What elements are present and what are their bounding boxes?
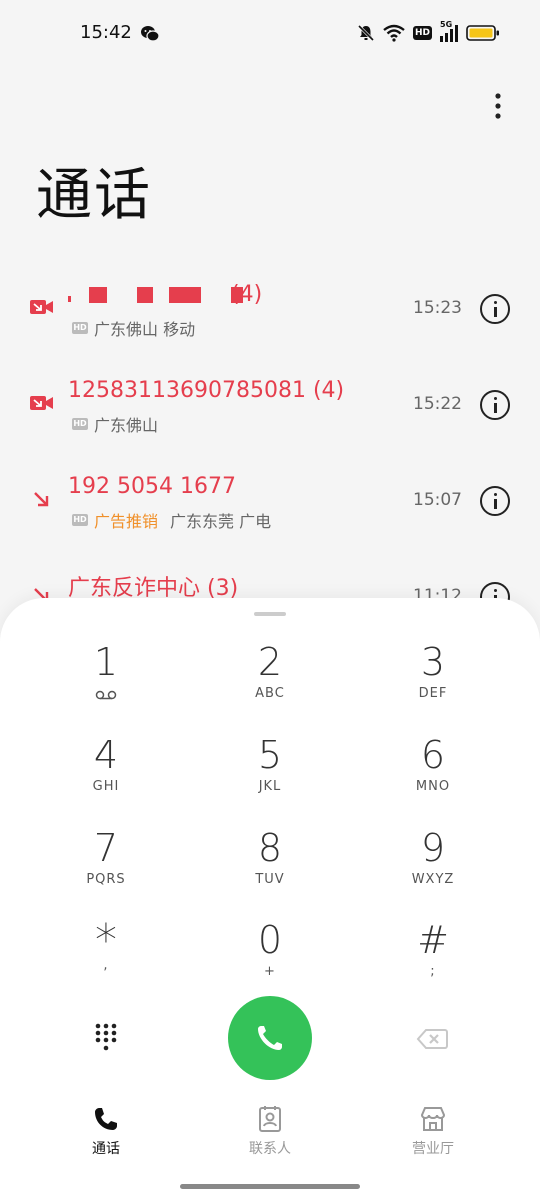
- info-icon[interactable]: [480, 486, 510, 516]
- key-digit: #: [417, 918, 449, 962]
- key-digit: 9: [420, 826, 446, 870]
- dial-key-5[interactable]: 5 JKL: [210, 733, 330, 813]
- dial-key-3[interactable]: 3 DEF: [373, 640, 493, 720]
- call-log-row[interactable]: (4) HD 广东佛山 移动 15:23: [0, 262, 540, 358]
- dial-key-9[interactable]: 9 WXYZ: [373, 826, 493, 906]
- call-count: (4): [231, 282, 263, 307]
- call-location: 广东佛山 移动: [94, 320, 196, 339]
- bottom-nav: 通话 联系人 营业厅: [0, 1104, 540, 1164]
- page-title: 通话: [36, 163, 152, 228]
- tab-label: 联系人: [249, 1141, 291, 1157]
- wifi-icon: [383, 24, 405, 42]
- tab-calls[interactable]: 通话: [46, 1104, 166, 1158]
- call-location: 广东东莞 广电: [170, 512, 272, 531]
- key-letters: ;: [430, 964, 436, 979]
- status-icons: HD 5G: [357, 20, 500, 42]
- missed-video-call-icon: [30, 300, 53, 314]
- phone-icon: [258, 1026, 282, 1050]
- dial-key-2[interactable]: 2 ABC: [210, 640, 330, 720]
- call-contact-name: (4): [68, 282, 262, 307]
- tab-label: 营业厅: [412, 1141, 454, 1157]
- status-bar: 15:42 HD 5G: [0, 0, 540, 70]
- key-letters: JKL: [258, 779, 282, 794]
- hd-icon: HD: [412, 26, 432, 40]
- dial-key-star[interactable]: * ,: [46, 918, 166, 998]
- dial-key-hash[interactable]: # ;: [373, 918, 493, 998]
- store-icon: [420, 1107, 446, 1131]
- backspace-icon[interactable]: [416, 1028, 448, 1050]
- key-letters: ,: [103, 958, 109, 973]
- sheet-grabber[interactable]: [254, 612, 286, 616]
- missed-video-call-icon: [30, 396, 53, 410]
- key-digit: 4: [93, 733, 119, 777]
- call-time: 15:07: [413, 490, 462, 510]
- call-meta: HD 广东佛山: [72, 412, 158, 436]
- dial-key-6[interactable]: 6 MNO: [373, 733, 493, 813]
- hd-call-icon: HD: [72, 418, 88, 430]
- key-letters: ABC: [255, 686, 285, 701]
- call-list: (4) HD 广东佛山 移动 15:23 12583113690785081 (…: [0, 262, 540, 646]
- tab-store[interactable]: 营业厅: [373, 1104, 493, 1158]
- dial-key-4[interactable]: 4 GHI: [46, 733, 166, 813]
- phone-icon: [95, 1108, 117, 1130]
- key-letters: DEF: [418, 686, 448, 701]
- contacts-icon: [259, 1106, 281, 1132]
- tab-contacts[interactable]: 联系人: [210, 1104, 330, 1158]
- voicemail-icon: [95, 690, 117, 700]
- status-time: 15:42: [80, 22, 132, 43]
- tab-label: 通话: [92, 1141, 120, 1157]
- home-indicator[interactable]: [180, 1184, 360, 1189]
- signal-5g-icon: 5G: [440, 20, 458, 42]
- more-vertical-icon[interactable]: [492, 92, 504, 120]
- key-digit: 1: [93, 640, 119, 684]
- dial-key-1[interactable]: 1: [46, 640, 166, 720]
- wechat-icon: [141, 26, 160, 42]
- key-letters: GHI: [92, 779, 120, 794]
- call-meta: HD 广东佛山 移动: [72, 316, 195, 340]
- call-meta: HD 广告推销 广东东莞 广电: [72, 508, 271, 532]
- call-time: 15:22: [413, 394, 462, 414]
- key-digit: 7: [93, 826, 119, 870]
- call-contact-name: 12583113690785081 (4): [68, 378, 345, 403]
- call-log-row[interactable]: 192 5054 1677 HD 广告推销 广东东莞 广电 15:07: [0, 454, 540, 550]
- key-digit: 8: [257, 826, 283, 870]
- key-letters: MNO: [415, 779, 451, 794]
- call-time: 15:23: [413, 298, 462, 318]
- redaction-mark: [68, 296, 71, 302]
- key-digit: 2: [257, 640, 283, 684]
- dial-key-0[interactable]: 0 +: [210, 918, 330, 998]
- missed-call-arrow-icon: [34, 492, 49, 507]
- mute-icon: [357, 24, 375, 42]
- redaction-mark: [169, 287, 201, 303]
- spam-tag: 广告推销: [94, 512, 159, 531]
- call-location: 广东佛山: [94, 416, 159, 435]
- network-label: 5G: [440, 20, 453, 29]
- redaction-mark: [89, 287, 107, 303]
- hd-call-icon: HD: [72, 322, 88, 334]
- info-icon[interactable]: [480, 390, 510, 420]
- dialpad-grid-icon[interactable]: [94, 1022, 118, 1054]
- redaction-mark: [137, 287, 153, 303]
- key-digit: 0: [257, 918, 283, 962]
- dial-key-7[interactable]: 7 PQRS: [46, 826, 166, 906]
- key-letters: WXYZ: [411, 872, 455, 887]
- key-letters: TUV: [255, 872, 285, 887]
- dial-key-8[interactable]: 8 TUV: [210, 826, 330, 906]
- key-letters: +: [264, 964, 276, 979]
- key-digit: 3: [420, 640, 446, 684]
- hd-call-icon: HD: [72, 514, 88, 526]
- call-log-row[interactable]: 12583113690785081 (4) HD 广东佛山 15:22: [0, 358, 540, 454]
- key-letters: PQRS: [86, 872, 126, 887]
- key-digit: 5: [257, 733, 283, 777]
- battery-icon: [466, 25, 499, 41]
- info-icon[interactable]: [480, 294, 510, 324]
- call-contact-name: 192 5054 1677: [68, 474, 236, 499]
- key-digit: 6: [420, 733, 446, 777]
- call-button[interactable]: [228, 996, 312, 1080]
